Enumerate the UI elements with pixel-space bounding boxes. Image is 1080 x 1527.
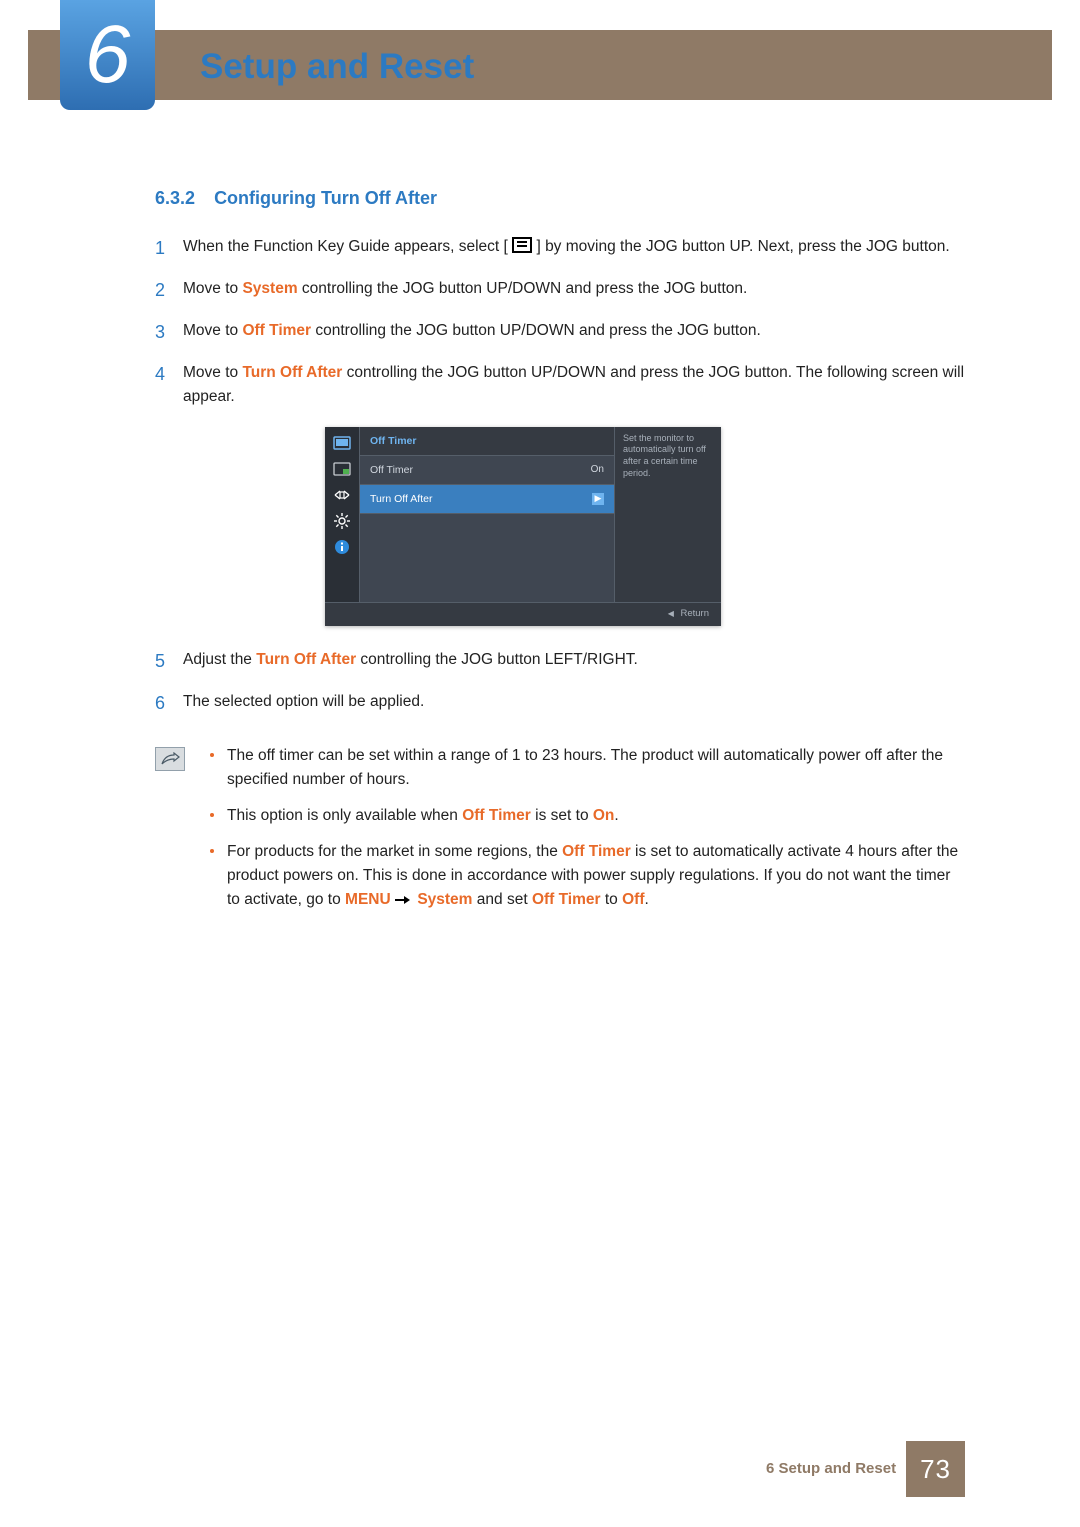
step-2: 2 Move to System controlling the JOG but… (155, 277, 965, 305)
osd-footer: ◀ Return (325, 602, 721, 626)
chapter-title: Setup and Reset (200, 40, 474, 94)
osd-row-off-timer: Off Timer On (360, 456, 614, 485)
display-size-icon (332, 487, 352, 503)
osd-help-text: Set the monitor to automatically turn of… (614, 427, 721, 603)
page-number: 73 (906, 1441, 965, 1497)
page-content: 6.3.2 Configuring Turn Off After 1 When … (155, 185, 965, 924)
back-triangle-icon: ◀ (668, 608, 674, 620)
gear-icon (332, 513, 352, 529)
osd-row-turn-off-after: Turn Off After ▶ (360, 485, 614, 514)
footer-chapter: 6 Setup and Reset (766, 1457, 896, 1480)
note-block: The off timer can be set within a range … (155, 744, 965, 924)
step-5: 5 Adjust the Turn Off After controlling … (155, 648, 965, 676)
arrow-right-icon (395, 895, 413, 905)
note-item-3: For products for the market in some regi… (207, 840, 965, 912)
pip-icon (332, 461, 352, 477)
osd-sidebar (325, 427, 359, 603)
picture-icon (332, 435, 352, 451)
steps-list-cont: 5 Adjust the Turn Off After controlling … (155, 648, 965, 718)
note-icon (155, 747, 185, 771)
note-item-1: The off timer can be set within a range … (207, 744, 965, 792)
info-icon (332, 539, 352, 555)
section-number: 6.3.2 (155, 188, 195, 208)
note-list: The off timer can be set within a range … (207, 744, 965, 924)
section-heading: 6.3.2 Configuring Turn Off After (155, 185, 965, 213)
chapter-number: 6 (85, 14, 131, 96)
chapter-badge: 6 (60, 0, 155, 110)
step-6: 6 The selected option will be applied. (155, 690, 965, 718)
steps-list: 1 When the Function Key Guide appears, s… (155, 235, 965, 409)
chevron-right-icon: ▶ (592, 493, 604, 505)
header-bar (28, 30, 1052, 100)
note-item-2: This option is only available when Off T… (207, 804, 965, 828)
osd-panel-title: Off Timer (360, 427, 614, 456)
step-4: 4 Move to Turn Off After controlling the… (155, 361, 965, 409)
osd-list: Off Timer Off Timer On Turn Off After ▶ (360, 427, 614, 603)
step-1: 1 When the Function Key Guide appears, s… (155, 235, 965, 263)
page-footer: 6 Setup and Reset 73 (155, 1441, 965, 1497)
section-title: Configuring Turn Off After (214, 188, 437, 208)
step-3: 3 Move to Off Timer controlling the JOG … (155, 319, 965, 347)
osd-screenshot: Off Timer Off Timer On Turn Off After ▶ … (325, 427, 721, 627)
menu-icon (512, 237, 532, 253)
